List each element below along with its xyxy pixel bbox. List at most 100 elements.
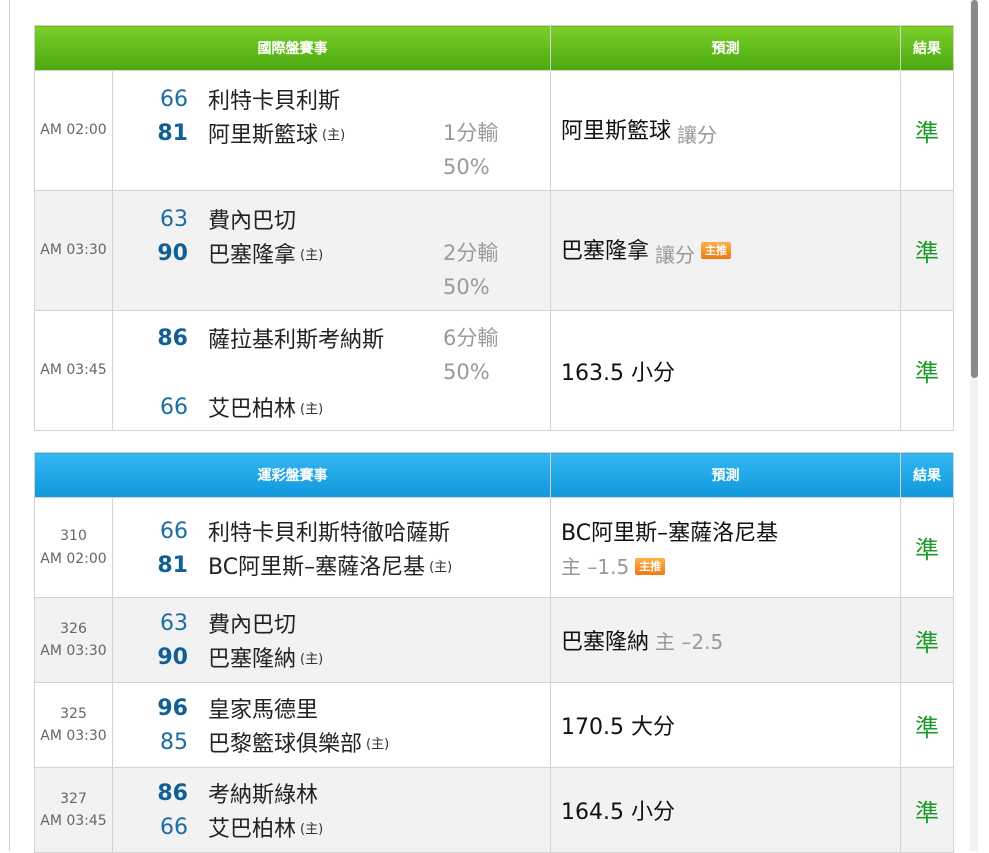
away-team-name: 費內巴切 [208,209,297,234]
prediction-line2: 主 –1.5 主推 [561,551,900,580]
page-frame-border [9,0,10,851]
match-teams: 86 薩拉基利斯考納斯 66 艾巴柏林 (主) 6分輸 50% [112,310,551,431]
prediction-main: 170.5 大分 [561,715,675,740]
recommend-badge: 主推 [701,242,732,259]
intl-header-prediction: 預測 [550,25,901,71]
away-team-name: 利特卡貝利斯特徹哈薩斯 [208,521,451,546]
home-team: 66 艾巴柏林 (主) [113,391,323,423]
prediction-cell: 164.5 小分 [550,767,901,853]
lottery-header-event: 運彩盤賽事 [34,452,551,498]
table-row[interactable]: AM 03:30 63 費內巴切 90 巴塞隆拿 (主) 2分輸 50% 巴塞隆… [34,190,954,311]
handicap-info: 6分輸 50% [443,321,498,389]
handicap-info: 1分輸 50% [443,116,498,184]
home-tag: (主) [322,127,346,143]
away-team: 63 費內巴切 [113,203,296,235]
prediction-type: 讓分 [677,123,718,147]
home-tag: (主) [429,559,453,575]
handicap-info: 2分輸 50% [443,236,498,304]
match-num-time: 327 AM 03:45 [34,767,113,853]
away-team: 86 薩拉基利斯考納斯 [113,322,384,354]
match-number: 327 [60,790,87,807]
away-team: 63 費內巴切 [113,607,296,639]
home-score: 81 [157,120,188,146]
match-number: 310 [60,528,87,545]
home-team: 90 巴塞隆拿 (主) [113,237,323,269]
prediction-cell: 170.5 大分 [550,682,901,768]
away-score: 63 [160,206,188,232]
match-number: 325 [60,705,87,722]
match-time: AM 03:30 [34,190,113,311]
lottery-header-prediction: 預測 [550,452,901,498]
home-team: 66 艾巴柏林 (主) [113,811,323,843]
home-team-name: 艾巴柏林 [208,397,297,422]
result-badge: 準 [900,767,954,853]
match-teams: 63 費內巴切 90 巴塞隆拿 (主) 2分輸 50% [112,190,551,311]
match-num-time: 310 AM 02:00 [34,497,113,598]
away-team: 66 利特卡貝利斯 [113,83,340,115]
home-tag: (主) [300,651,324,667]
home-team-name: BC阿里斯–塞薩洛尼基 [208,555,426,580]
prediction-cell: BC阿里斯–塞薩洛尼基 主 –1.5 主推 [550,497,901,598]
home-team: 85 巴黎籃球俱樂部 (主) [113,726,389,758]
home-score: 90 [157,240,188,266]
home-team-name: 艾巴柏林 [208,817,297,842]
match-num-time: 326 AM 03:30 [34,597,113,683]
home-score: 85 [160,729,188,755]
match-time: AM 02:00 [34,70,113,191]
home-score: 90 [157,644,188,670]
home-team-name: 阿里斯籃球 [208,123,319,148]
prediction-type: 主 –2.5 [655,630,724,654]
table-row[interactable]: 326 AM 03:30 63 費內巴切 90 巴塞隆納 (主) 巴塞隆納主 –… [34,597,954,683]
recommend-badge: 主推 [635,558,666,575]
result-badge: 準 [900,190,954,311]
prediction-main: 阿里斯籃球 [561,119,672,144]
home-team: 90 巴塞隆納 (主) [113,641,323,673]
prediction-cell: 阿里斯籃球 讓分 [550,70,901,191]
handicap-result: 2分輸 [443,241,499,265]
table-row[interactable]: AM 02:00 66 利特卡貝利斯 81 阿里斯籃球 (主) 1分輸 50% … [34,70,954,191]
match-time: AM 03:30 [40,643,107,659]
home-tag: (主) [300,821,324,837]
prediction-main: BC阿里斯–塞薩洛尼基 [561,521,779,546]
table-row[interactable]: 327 AM 03:45 86 考納斯綠林 66 艾巴柏林 (主) 164.5 … [34,767,954,853]
home-score: 81 [157,552,188,578]
match-teams: 96 皇家馬德里 85 巴黎籃球俱樂部 (主) [112,682,551,768]
result-badge: 準 [900,310,954,431]
prediction-cell: 163.5 小分 [550,310,901,431]
intl-header-event: 國際盤賽事 [34,25,551,71]
table-row[interactable]: AM 03:45 86 薩拉基利斯考納斯 66 艾巴柏林 (主) 6分輸 50%… [34,310,954,431]
home-team-name: 巴塞隆納 [208,647,297,672]
match-teams: 63 費內巴切 90 巴塞隆納 (主) [112,597,551,683]
table-row[interactable]: 325 AM 03:30 96 皇家馬德里 85 巴黎籃球俱樂部 (主) 170… [34,682,954,768]
away-team-name: 利特卡貝利斯 [208,89,341,114]
lottery-header-result: 結果 [900,452,954,498]
prediction-cell: 巴塞隆拿 讓分 主推 [550,190,901,311]
intl-table-header: 國際盤賽事 預測 結果 [34,25,954,71]
match-time: AM 02:00 [40,550,107,567]
result-badge: 準 [900,70,954,191]
home-team: 81 BC阿里斯–塞薩洛尼基 (主) [113,549,452,581]
handicap-percent: 50% [443,155,490,179]
away-score: 66 [160,86,188,112]
home-tag: (主) [300,247,324,263]
home-team-name: 巴塞隆拿 [208,243,297,268]
prediction-cell: 巴塞隆納主 –2.5 [550,597,901,683]
match-num-time: 325 AM 03:30 [34,682,113,768]
match-number: 326 [60,620,87,637]
prediction-main: 164.5 小分 [561,800,675,825]
handicap-result: 1分輸 [443,121,499,145]
prediction-main: 163.5 小分 [561,360,675,386]
away-team: 86 考納斯綠林 [113,777,318,809]
away-team-name: 考納斯綠林 [208,783,319,808]
prediction-type: 主 –1.5 [561,555,630,579]
scrollbar-thumb[interactable] [971,0,978,378]
away-team-name: 薩拉基利斯考納斯 [208,328,385,353]
home-team: 81 阿里斯籃球 (主) [113,117,345,149]
away-team-name: 費內巴切 [208,613,297,638]
result-badge: 準 [900,597,954,683]
intl-match-table: 國際盤賽事 預測 結果 AM 02:00 66 利特卡貝利斯 81 阿里斯籃球 … [34,25,954,431]
home-tag: (主) [300,401,324,417]
table-row[interactable]: 310 AM 02:00 66 利特卡貝利斯特徹哈薩斯 81 BC阿里斯–塞薩洛… [34,497,954,598]
prediction-main: 巴塞隆拿 [561,239,650,264]
home-tag: (主) [366,736,390,752]
